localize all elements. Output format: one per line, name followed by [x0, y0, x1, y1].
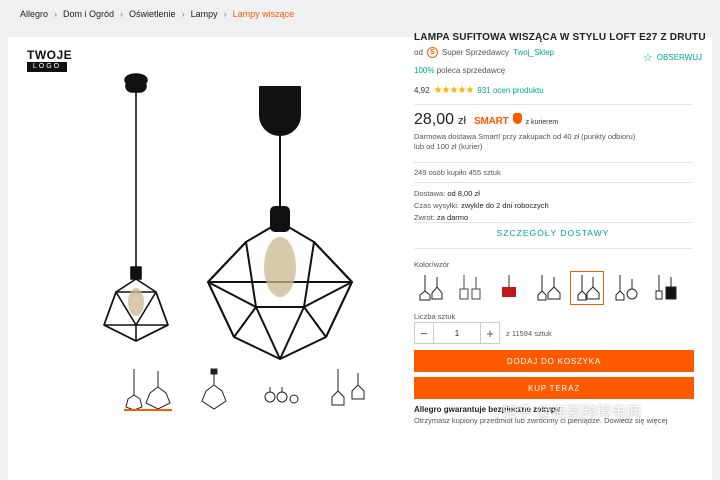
- quantity-stepper: − 1 + z 11594 sztuk: [414, 322, 552, 344]
- add-to-cart-button[interactable]: DODAJ DO KOSZYKA: [414, 350, 694, 372]
- thumbnail-strip: [118, 365, 376, 411]
- quantity-available: z 11594 sztuk: [506, 328, 552, 338]
- product-main-image[interactable]: [76, 67, 376, 367]
- decrement-button[interactable]: −: [414, 322, 434, 344]
- price-amount: 28,00: [414, 111, 455, 128]
- divider: [414, 248, 692, 249]
- price-currency: zł: [458, 115, 466, 127]
- product-rating: 4,92 ★★★★★ 931 ocen produktu: [414, 85, 544, 96]
- star-outline-icon: ☆: [642, 52, 653, 64]
- color-swatch[interactable]: [648, 271, 682, 305]
- breadcrumb-current: Lampy wiszące: [232, 9, 295, 19]
- breadcrumb-item[interactable]: Lampy: [191, 9, 218, 19]
- breadcrumb-item[interactable]: Oświetlenie: [129, 9, 176, 19]
- super-seller-icon: S: [426, 47, 438, 58]
- thumbnail[interactable]: [118, 365, 178, 411]
- smart-badge: SMART: [474, 116, 509, 127]
- divider: [414, 222, 692, 223]
- color-label: Kolor/wzór: [414, 260, 450, 269]
- divider: [414, 104, 692, 105]
- color-swatch[interactable]: [414, 271, 448, 305]
- thumbnail[interactable]: [250, 365, 310, 411]
- color-swatch[interactable]: [531, 271, 565, 305]
- brand-logo: TWOJE LOGO: [27, 48, 73, 72]
- quantity-label: Liczba sztuk: [414, 312, 456, 321]
- shipping-info: Dostawa: od 8,00 zł Czas wysyłki: zwykle…: [414, 189, 549, 222]
- breadcrumb-item[interactable]: Allegro: [20, 9, 48, 19]
- delivery-details-link[interactable]: SZCZEGÓŁY DOSTAWY: [414, 228, 692, 238]
- watermark: 知乎 @海豪跨境电商: [502, 404, 642, 421]
- rating-stars-icon: ★★★★★: [433, 85, 475, 96]
- product-title: LAMPA SUFITOWA WISZĄCA W STYLU LOFT E27 …: [414, 32, 706, 43]
- color-swatches: [414, 271, 682, 305]
- seller-recommendation: 100% poleca sprzedawcę: [414, 66, 506, 75]
- quantity-input[interactable]: 1: [434, 322, 480, 344]
- breadcrumb: Allegro › Dom i Ogród › Oświetlenie › Lampy…: [20, 9, 295, 19]
- breadcrumb-item[interactable]: Dom i Ogród: [63, 9, 114, 19]
- thumbnail[interactable]: [316, 365, 376, 411]
- divider: [414, 182, 692, 183]
- color-swatch[interactable]: [609, 271, 643, 305]
- color-swatch[interactable]: [453, 271, 487, 305]
- color-swatch-selected[interactable]: [570, 271, 604, 305]
- free-delivery-note: Darmowa dostawa Smart! przy zakupach od …: [414, 132, 636, 151]
- observe-button[interactable]: ☆ OBSERWUJ: [643, 51, 702, 64]
- smart-icon: [512, 113, 522, 124]
- increment-button[interactable]: +: [480, 322, 500, 344]
- price-block: 28,00 zł SMART z kurierem: [414, 111, 559, 128]
- purchase-count: 249 osób kupiło 455 sztuk: [414, 168, 501, 177]
- divider: [414, 162, 692, 163]
- color-swatch[interactable]: [492, 271, 526, 305]
- ratings-link[interactable]: 931 ocen produktu: [477, 86, 543, 95]
- seller-info: od S Super Sprzedawcy Twoj_Sklep: [414, 47, 554, 58]
- thumbnail[interactable]: [184, 365, 244, 411]
- seller-link[interactable]: Twoj_Sklep: [513, 48, 554, 57]
- buy-now-button[interactable]: KUP TERAZ: [414, 377, 694, 399]
